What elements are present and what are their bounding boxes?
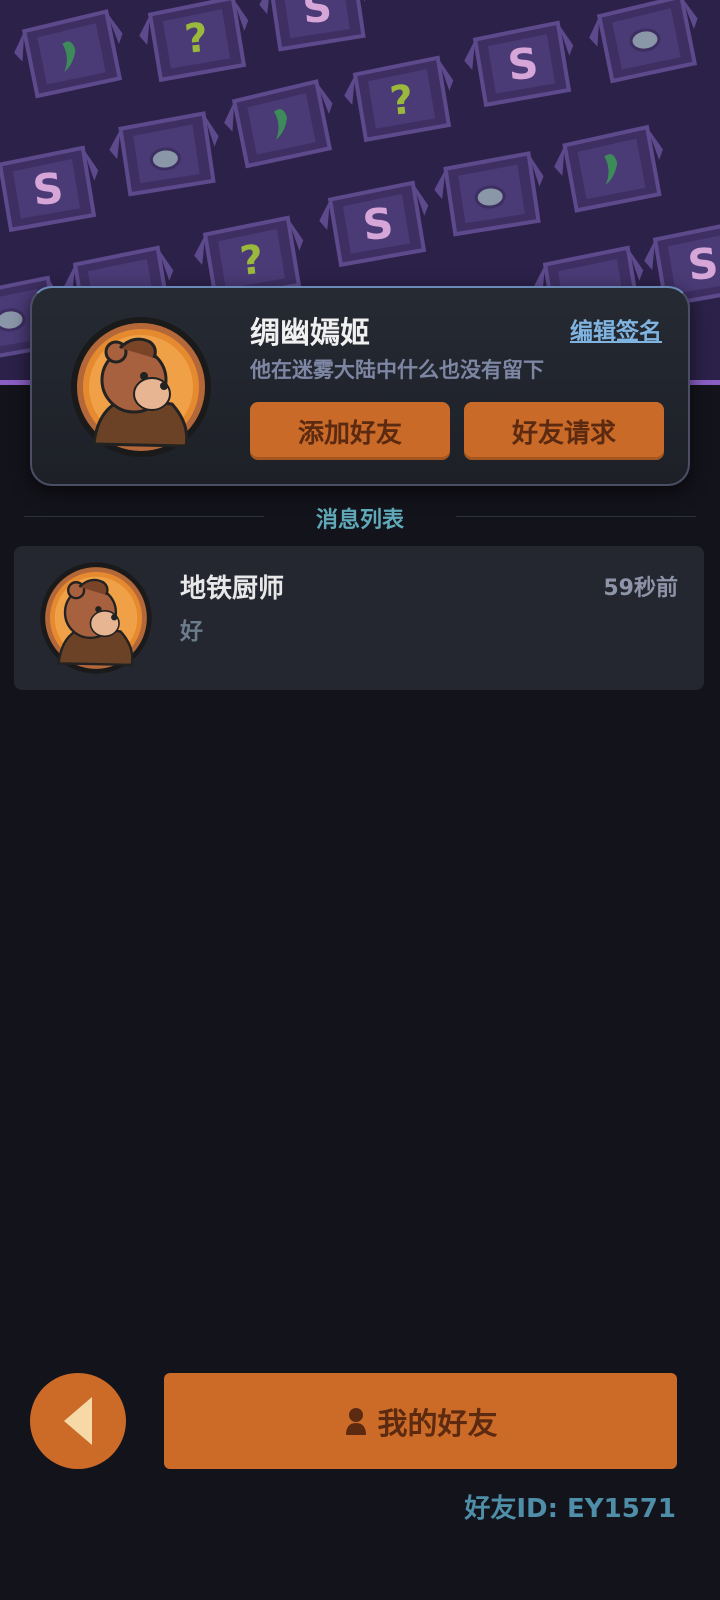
message-time: 59秒前 xyxy=(603,576,678,601)
profile-signature: 他在迷雾大陆中什么也没有留下 xyxy=(250,358,544,382)
message-sender-name: 地铁厨师 xyxy=(180,574,285,604)
svg-text:S: S xyxy=(301,0,334,33)
bear-avatar-icon[interactable] xyxy=(68,314,214,460)
svg-text:S: S xyxy=(360,198,395,250)
message-preview: 好 xyxy=(180,619,203,645)
svg-text:S: S xyxy=(30,163,65,215)
friend-id-text: 好友ID: EY1571 xyxy=(464,1494,676,1524)
message-list-title: 消息列表 xyxy=(315,508,404,533)
triangle-left-icon xyxy=(64,1397,92,1445)
my-friends-label: 我的好友 xyxy=(377,1407,498,1442)
person-icon xyxy=(344,1407,368,1435)
svg-text:S: S xyxy=(505,38,540,90)
edit-signature-link[interactable]: 编辑签名 xyxy=(570,312,662,346)
message-list-item[interactable]: 地铁厨师 59秒前 好 xyxy=(14,546,704,690)
svg-text:?: ? xyxy=(183,15,211,63)
svg-text:?: ? xyxy=(238,237,266,285)
svg-text:?: ? xyxy=(388,77,416,125)
profile-name: 绸幽嫣姬 xyxy=(250,316,370,351)
bear-avatar-icon xyxy=(40,562,152,674)
friend-request-button[interactable]: 好友请求 xyxy=(464,402,664,460)
svg-text:S: S xyxy=(685,238,720,290)
back-button[interactable] xyxy=(30,1373,126,1469)
divider-right xyxy=(456,516,696,517)
add-friend-button[interactable]: 添加好友 xyxy=(250,402,450,460)
profile-card: 绸幽嫣姬 编辑签名 他在迷雾大陆中什么也没有留下 添加好友 好友请求 xyxy=(30,286,690,486)
my-friends-button[interactable]: 我的好友 xyxy=(164,1373,677,1469)
